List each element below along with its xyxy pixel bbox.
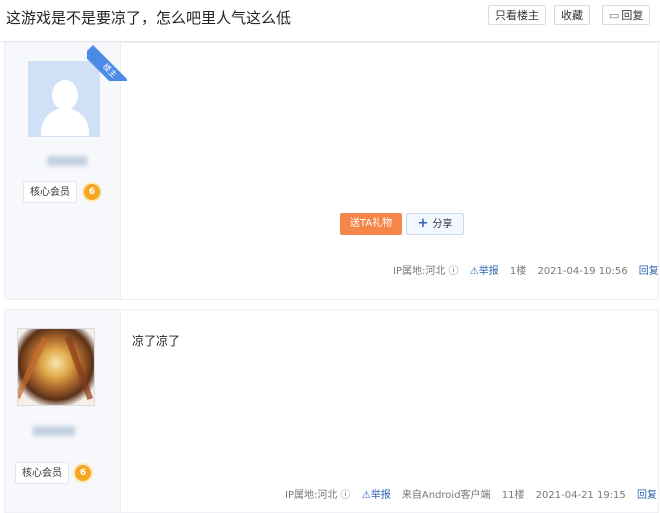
- avatar-art-streak: [18, 336, 48, 400]
- avatar-art-streak: [64, 335, 94, 401]
- post-meta: IP属地:河北 ⓘ ⚠举报 来自Android客户端 11楼 2021-04-2…: [285, 486, 657, 501]
- author-panel: 核心会员 6: [5, 310, 121, 512]
- username-blurred[interactable]: [33, 426, 75, 436]
- only-lz-button[interactable]: 只看楼主: [488, 5, 546, 25]
- reply-link[interactable]: 回复: [637, 490, 657, 501]
- reply-button-label: 回复: [621, 9, 644, 22]
- reply-icon: ▭: [609, 9, 620, 22]
- post-floor-1: 楼主 核心会员 6 送TA礼物 + 分享 IP属地:河北 ⓘ ⚠举报 1楼 202…: [4, 42, 659, 300]
- favorite-button[interactable]: 收藏: [554, 5, 590, 25]
- report-link[interactable]: 举报: [371, 490, 391, 501]
- post-floor-11: 核心会员 6 凉了凉了 IP属地:河北 ⓘ ⚠举报 来自Android客户端 1…: [4, 309, 659, 513]
- member-label: 核心会员: [30, 187, 70, 198]
- member-label: 核心会员: [22, 468, 62, 479]
- warning-icon: ⚠: [469, 266, 479, 277]
- share-label: 分享: [432, 219, 453, 230]
- floor-number: 1楼: [509, 266, 527, 277]
- info-icon: ⓘ: [448, 266, 459, 277]
- reply-button[interactable]: ▭ 回复: [602, 5, 651, 25]
- level-badge-icon: 6: [75, 465, 91, 481]
- share-button[interactable]: + 分享: [406, 213, 464, 235]
- thread-title: 这游戏是不是要凉了，怎么吧里人气这么低: [6, 9, 292, 27]
- level-badge-icon: 6: [84, 184, 100, 200]
- post-time: 2021-04-21 19:15: [535, 490, 626, 501]
- author-panel: 楼主 核心会员 6: [5, 43, 127, 299]
- ip-location: IP属地:河北: [393, 266, 446, 277]
- post-time: 2021-04-19 10:56: [537, 266, 628, 277]
- member-badge: 核心会员: [23, 181, 77, 203]
- thread-header: 这游戏是不是要凉了，怎么吧里人气这么低 只看楼主 收藏 ▭ 回复: [0, 0, 660, 42]
- member-badge: 核心会员: [15, 462, 69, 484]
- report-link[interactable]: 举报: [479, 266, 499, 277]
- info-icon: ⓘ: [340, 490, 351, 501]
- warning-icon: ⚠: [361, 490, 371, 501]
- post-content: 凉了凉了: [132, 334, 181, 348]
- send-gift-button[interactable]: 送TA礼物: [340, 213, 402, 235]
- ip-location: IP属地:河北: [285, 490, 338, 501]
- lz-tag: 楼主: [87, 45, 127, 81]
- avatar[interactable]: [17, 328, 95, 406]
- avatar-head-shape: [52, 80, 78, 110]
- floor-number: 11楼: [501, 490, 525, 501]
- lz-corner-badge: 楼主: [87, 41, 127, 81]
- reply-link[interactable]: 回复: [639, 266, 659, 277]
- post-meta: IP属地:河北 ⓘ ⚠举报 1楼 2021-04-19 10:56 回复: [393, 262, 659, 277]
- client-source: 来自Android客户端: [401, 490, 491, 501]
- plus-icon: +: [417, 216, 429, 231]
- username-blurred[interactable]: [47, 156, 87, 166]
- avatar-body-shape: [41, 108, 89, 136]
